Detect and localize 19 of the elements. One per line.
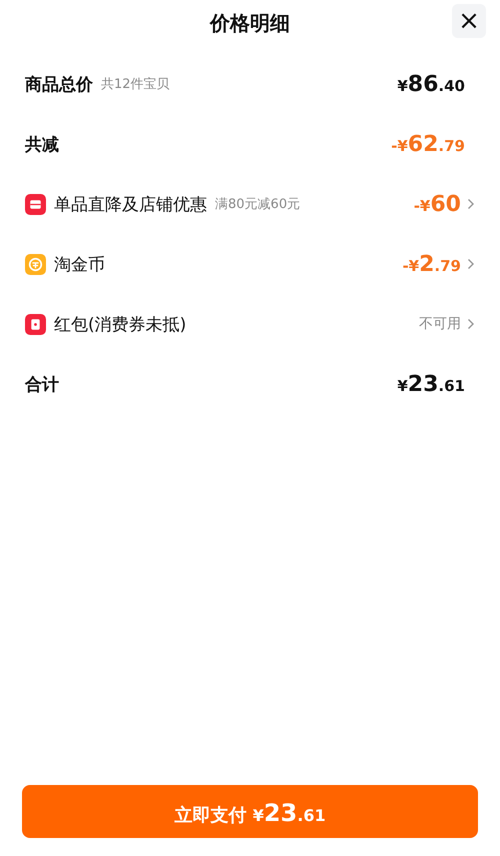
- chevron-icon[interactable]: [467, 198, 475, 210]
- price-amount: ¥86.40: [397, 72, 465, 96]
- row-label: 淘金币: [54, 254, 105, 276]
- price-amount: -¥2.79: [402, 252, 461, 276]
- chevron-icon[interactable]: [467, 318, 475, 330]
- price-amount: -¥62.79: [391, 132, 465, 156]
- sheet-title: 价格明细: [210, 10, 290, 36]
- row-label: 商品总价: [25, 74, 93, 96]
- row-note: 共12件宝贝: [101, 76, 170, 93]
- row-note: 满80元减60元: [215, 196, 300, 213]
- row-label: 合计: [25, 374, 59, 396]
- row-label: 单品直降及店铺优惠: [54, 194, 207, 216]
- close-button[interactable]: ×: [452, 4, 486, 38]
- row-label: 红包(消费券未抵): [54, 314, 186, 336]
- price-amount: ¥23.61: [397, 372, 465, 396]
- status-text: 不可用: [419, 315, 461, 333]
- chevron-icon[interactable]: [467, 258, 475, 270]
- price-amount: -¥60: [414, 192, 461, 216]
- row-label: 共减: [25, 134, 59, 156]
